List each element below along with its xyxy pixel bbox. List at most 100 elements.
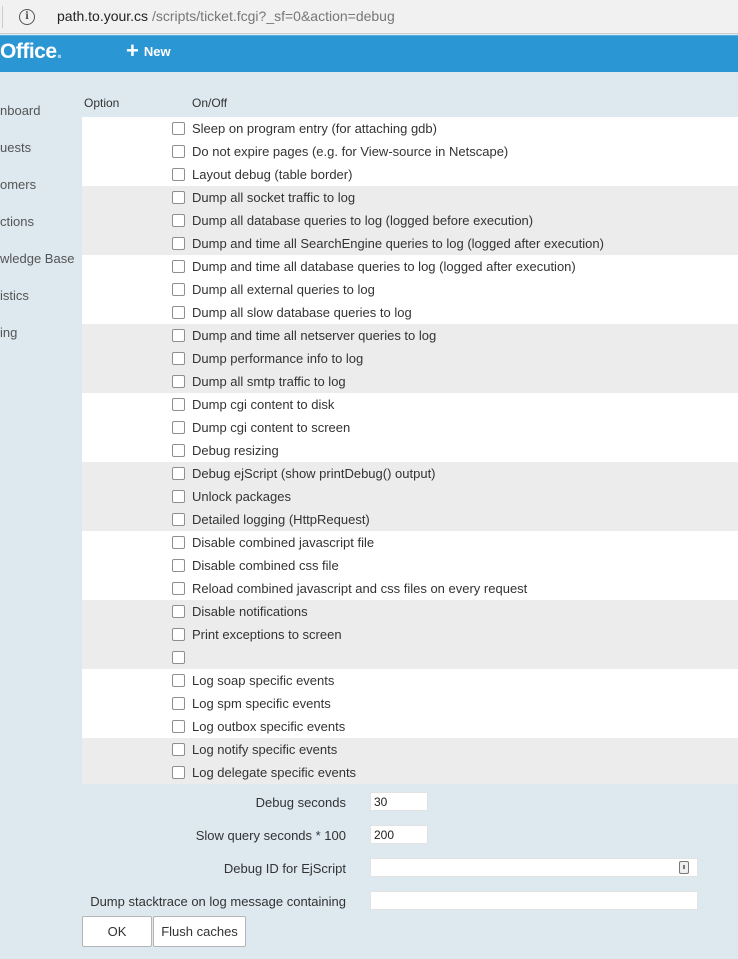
option-row: Dump all socket traffic to log [82,186,738,209]
info-icon[interactable]: i [19,9,35,25]
option-checkbox[interactable] [172,628,185,641]
debug-options-list: Sleep on program entry (for attaching gd… [82,117,738,784]
option-checkbox[interactable] [172,122,185,135]
column-header-option: Option [84,96,120,110]
slow-query-input[interactable] [370,825,428,844]
sidebar-item-dashboard[interactable]: nboard [0,103,40,118]
option-row: Print exceptions to screen [82,623,738,646]
option-label: Dump and time all database queries to lo… [192,259,576,274]
option-checkbox[interactable] [172,651,185,664]
option-row: Disable notifications [82,600,738,623]
debug-id-label: Debug ID for EjScript [223,861,346,876]
new-button-label: New [143,44,171,59]
option-checkbox[interactable] [172,214,185,227]
option-checkbox[interactable] [172,720,185,733]
option-row: Dump all database queries to log (logged… [82,209,738,232]
option-row: Log spm specific events [82,692,738,715]
debug-seconds-input[interactable] [370,792,428,811]
option-checkbox[interactable] [172,743,185,756]
url-host: path.to.your.cs [57,8,149,24]
option-checkbox[interactable] [172,559,185,572]
option-label: Disable combined javascript file [192,535,375,550]
option-checkbox[interactable] [172,398,185,411]
option-label: Log outbox specific events [192,719,346,734]
option-label: Dump cgi content to disk [192,397,335,412]
option-checkbox[interactable] [172,375,185,388]
option-checkbox[interactable] [172,191,185,204]
option-checkbox[interactable] [172,145,185,158]
option-label: Dump all socket traffic to log [192,190,356,205]
option-row: Log soap specific events [82,669,738,692]
sidebar-item-selections[interactable]: ctions [0,214,34,229]
option-checkbox[interactable] [172,674,185,687]
option-checkbox[interactable] [172,766,185,779]
app-logo[interactable]: Office. [0,40,62,64]
option-row: Layout debug (table border) [82,163,738,186]
option-checkbox[interactable] [172,582,185,595]
option-checkbox[interactable] [172,697,185,710]
sidebar-item-statistics[interactable]: istics [0,288,29,303]
option-row: Disable combined css file [82,554,738,577]
password-manager-icon[interactable] [679,861,689,874]
option-row: Disable combined javascript file [82,531,738,554]
option-label: Print exceptions to screen [192,627,342,642]
option-row: Dump all smtp traffic to log [82,370,738,393]
option-checkbox[interactable] [172,467,185,480]
option-checkbox[interactable] [172,306,185,319]
option-label: Dump cgi content to screen [192,420,351,435]
option-checkbox[interactable] [172,352,185,365]
option-checkbox[interactable] [172,421,185,434]
option-label: Log notify specific events [192,742,338,757]
option-label: Dump all slow database queries to log [192,305,412,320]
option-row: Dump and time all netserver queries to l… [82,324,738,347]
browser-address-bar: i path.to.your.cs /scripts/ticket.fcgi?_… [0,0,738,34]
option-checkbox[interactable] [172,444,185,457]
option-row: Log delegate specific events [82,761,738,784]
option-row [82,646,738,669]
option-row: Dump and time all database queries to lo… [82,255,738,278]
option-label: Debug ejScript (show printDebug() output… [192,466,436,481]
option-row: Dump all slow database queries to log [82,301,738,324]
option-checkbox[interactable] [172,536,185,549]
option-checkbox[interactable] [172,329,185,342]
option-row: Detailed logging (HttpRequest) [82,508,738,531]
new-button[interactable]: + New [126,37,171,63]
option-checkbox[interactable] [172,168,185,181]
option-label: Log spm specific events [192,696,331,711]
option-label: Log soap specific events [192,673,335,688]
app-header: Office. + New [0,35,738,72]
ok-button[interactable]: OK [82,916,152,947]
option-checkbox[interactable] [172,605,185,618]
sidebar-item-customers[interactable]: omers [0,177,36,192]
option-label: Dump and time all SearchEngine queries t… [192,236,604,251]
option-row: Log notify specific events [82,738,738,761]
option-row: Debug resizing [82,439,738,462]
column-header-onoff: On/Off [192,96,228,110]
sidebar-item-settings[interactable]: ing [0,325,17,340]
option-row: Dump and time all SearchEngine queries t… [82,232,738,255]
option-label: Log delegate specific events [192,765,357,780]
option-row: Reload combined javascript and css files… [82,577,738,600]
stacktrace-input[interactable] [370,891,698,910]
option-checkbox[interactable] [172,283,185,296]
option-checkbox[interactable] [172,237,185,250]
option-label: Dump all external queries to log [192,282,375,297]
sidebar-item-knowledge-base[interactable]: wledge Base [0,251,74,266]
url-path: /scripts/ticket.fcgi?_sf=0&action=debug [151,8,395,24]
option-label: Dump and time all netserver queries to l… [192,328,437,343]
option-label: Sleep on program entry (for attaching gd… [192,121,437,136]
option-checkbox[interactable] [172,513,185,526]
debug-id-input[interactable] [370,858,698,877]
logo-dot: . [56,40,63,63]
plus-icon: + [126,37,139,63]
option-row: Do not expire pages (e.g. for View-sourc… [82,140,738,163]
option-label: Dump all smtp traffic to log [192,374,346,389]
sidebar-item-requests[interactable]: uests [0,140,31,155]
url-field[interactable]: path.to.your.cs /scripts/ticket.fcgi?_sf… [57,8,395,24]
option-label: Layout debug (table border) [192,167,353,182]
option-label: Disable combined css file [192,558,339,573]
option-checkbox[interactable] [172,490,185,503]
option-row: Dump all external queries to log [82,278,738,301]
option-checkbox[interactable] [172,260,185,273]
flush-caches-button[interactable]: Flush caches [153,916,246,947]
